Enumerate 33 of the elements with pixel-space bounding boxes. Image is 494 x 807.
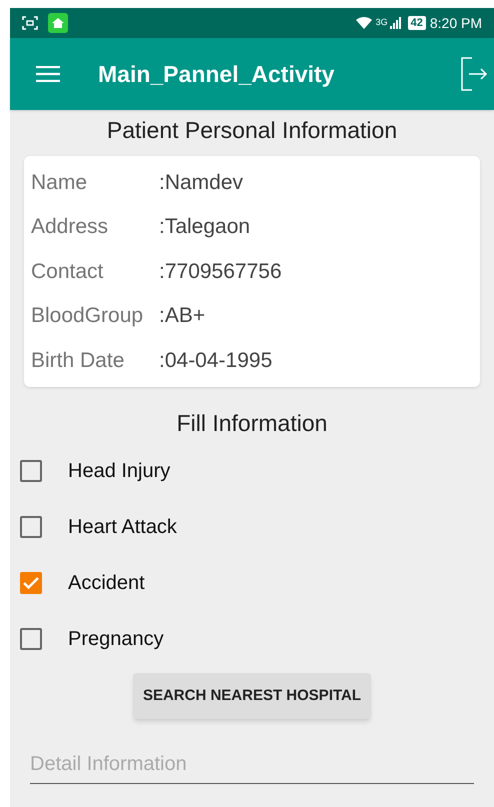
field-value: :7709567756 xyxy=(159,258,282,285)
section-title: Fill Information xyxy=(176,408,328,437)
field-value: :Talegaon xyxy=(159,214,250,240)
checkbox-box[interactable] xyxy=(20,516,42,538)
condition-checkbox[interactable]: Accident xyxy=(10,554,494,611)
logout-icon[interactable] xyxy=(460,57,488,91)
menu-icon[interactable] xyxy=(36,66,60,82)
battery-level: 42 xyxy=(408,16,426,30)
field-label: Name xyxy=(31,170,88,196)
field-label: BloodGroup xyxy=(31,303,144,330)
checkbox-box[interactable] xyxy=(20,572,42,594)
section-title: Patient Personal Information xyxy=(106,116,398,144)
signal-icon xyxy=(390,17,402,29)
field-value: :AB+ xyxy=(159,303,206,330)
app-title: Main_Pannel_Activity xyxy=(98,60,336,89)
detail-input-field[interactable]: Detail Information xyxy=(30,748,474,784)
field-value: :Namdev xyxy=(159,170,244,196)
field-label: Contact xyxy=(31,258,104,285)
condition-checkbox[interactable]: Heart Attack xyxy=(10,498,494,555)
condition-checkbox[interactable]: Head Injury xyxy=(10,442,494,499)
screenshot-icon xyxy=(22,16,38,30)
field-label: Birth Date xyxy=(31,348,126,374)
wifi-icon xyxy=(356,16,372,30)
condition-checkbox[interactable]: Pregnancy xyxy=(10,610,494,667)
field-value: :04-04-1995 xyxy=(159,348,272,374)
home-icon xyxy=(48,13,68,33)
check-icon xyxy=(23,576,39,589)
field-label: Address xyxy=(31,214,110,240)
clock: 8:20 PM xyxy=(430,14,482,32)
checkbox-box[interactable] xyxy=(20,628,42,650)
network-type: 3G xyxy=(376,16,388,30)
checkbox-box[interactable] xyxy=(20,460,42,482)
search-hospital-button[interactable]: SEARCH NEAREST HOSPITAL xyxy=(132,672,372,719)
